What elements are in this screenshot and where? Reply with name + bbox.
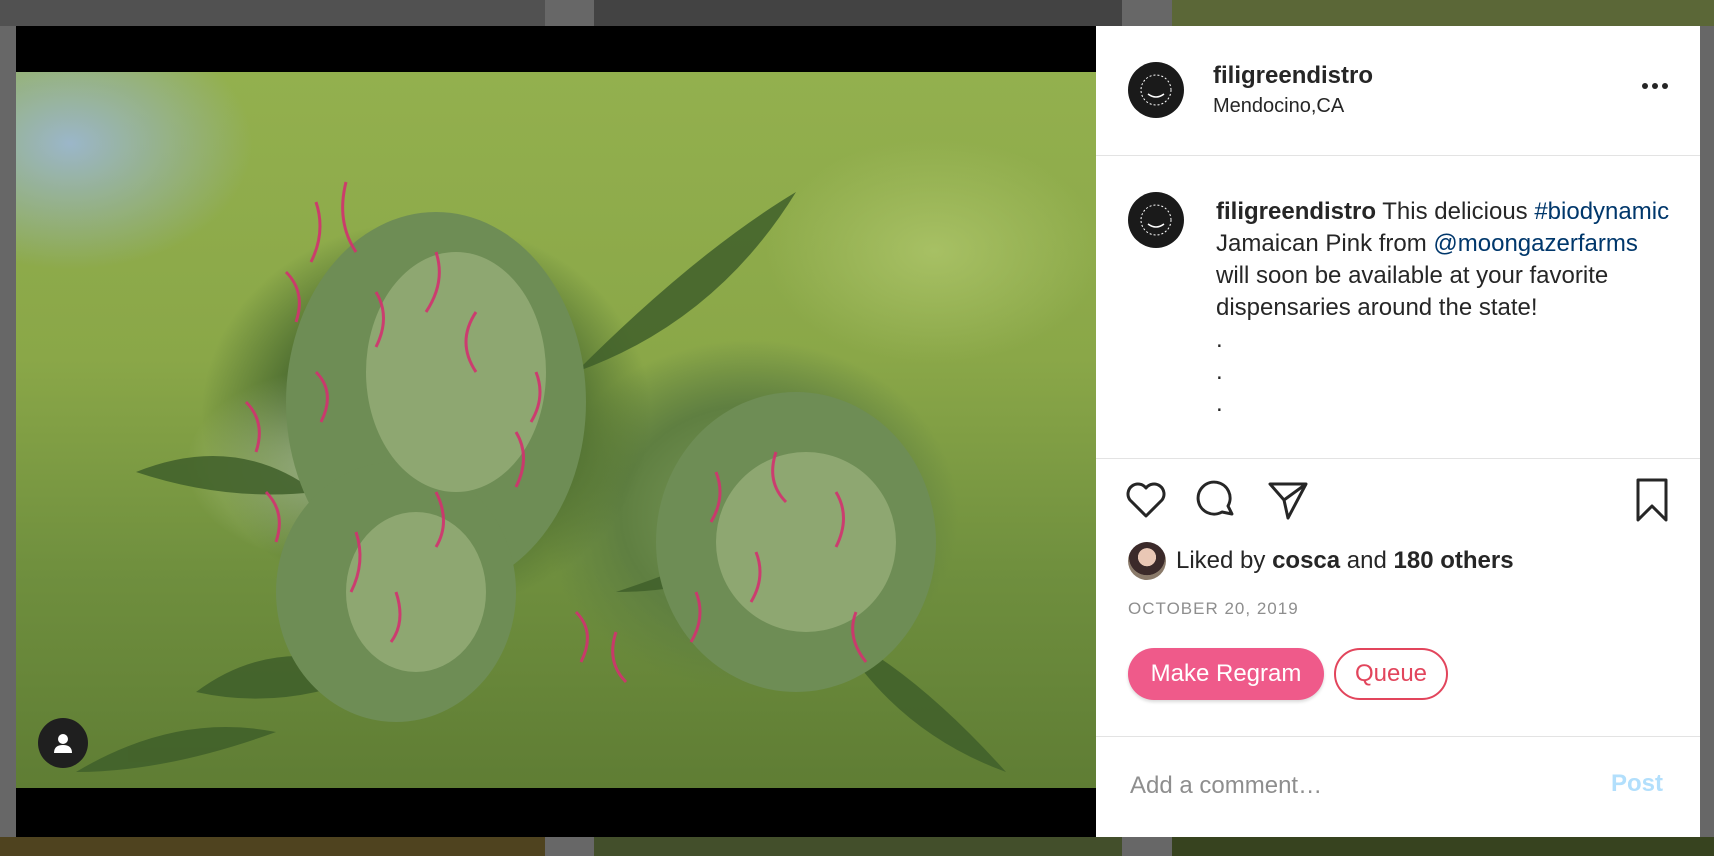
caption-text: This delicious (1376, 198, 1535, 225)
likes-summary: Liked by cosca and 180 others (1128, 541, 1514, 581)
post-actions (1096, 476, 1700, 536)
post-comment-button[interactable]: Post (1611, 770, 1663, 798)
make-regram-button[interactable]: Make Regram (1128, 648, 1324, 700)
likes-text[interactable]: Liked by cosca and 180 others (1176, 547, 1514, 575)
likes-middle: and (1340, 547, 1394, 574)
liker-avatar[interactable] (1128, 542, 1166, 580)
share-send-icon[interactable] (1264, 476, 1312, 524)
post-photo (16, 72, 1096, 788)
comment-bar: Post (1096, 736, 1700, 838)
likes-count[interactable]: 180 others (1394, 547, 1514, 574)
person-icon (54, 734, 72, 753)
filigreen-logo-icon (1140, 74, 1172, 106)
post-date[interactable]: OCTOBER 20, 2019 (1128, 599, 1299, 619)
more-options-icon[interactable] (1642, 76, 1678, 96)
caption-avatar[interactable] (1128, 192, 1184, 248)
post-username[interactable]: filigreendistro (1213, 62, 1373, 90)
post-caption: filigreendistro This delicious #biodynam… (1216, 196, 1676, 420)
comment-bubble-icon[interactable] (1192, 476, 1240, 524)
like-heart-icon[interactable] (1122, 476, 1170, 524)
caption-area: filigreendistro This delicious #biodynam… (1096, 156, 1700, 459)
comment-input[interactable] (1128, 765, 1572, 807)
hashtag-link[interactable]: #biodynamic (1534, 198, 1669, 225)
queue-button[interactable]: Queue (1334, 648, 1448, 700)
post-side-panel: filigreendistro Mendocino,CA filigreendi… (1096, 26, 1700, 837)
profile-avatar[interactable] (1128, 62, 1184, 118)
tagged-users-button[interactable] (38, 718, 88, 768)
caption-dot: . (1216, 358, 1223, 385)
caption-username[interactable]: filigreendistro (1216, 198, 1376, 225)
post-location[interactable]: Mendocino,CA (1213, 95, 1344, 118)
post-header: filigreendistro Mendocino,CA (1096, 26, 1700, 156)
mention-link[interactable]: @moongazerfarms (1433, 230, 1637, 257)
caption-text: Jamaican Pink from (1216, 230, 1434, 257)
caption-text: will soon be available at your favorite … (1216, 262, 1609, 321)
caption-dot: . (1216, 390, 1223, 417)
post-media (16, 26, 1096, 837)
likes-prefix: Liked by (1176, 547, 1273, 574)
save-bookmark-icon[interactable] (1628, 476, 1676, 524)
filigreen-logo-icon (1140, 204, 1172, 236)
liker-username[interactable]: cosca (1272, 547, 1340, 574)
caption-dot: . (1216, 326, 1223, 353)
